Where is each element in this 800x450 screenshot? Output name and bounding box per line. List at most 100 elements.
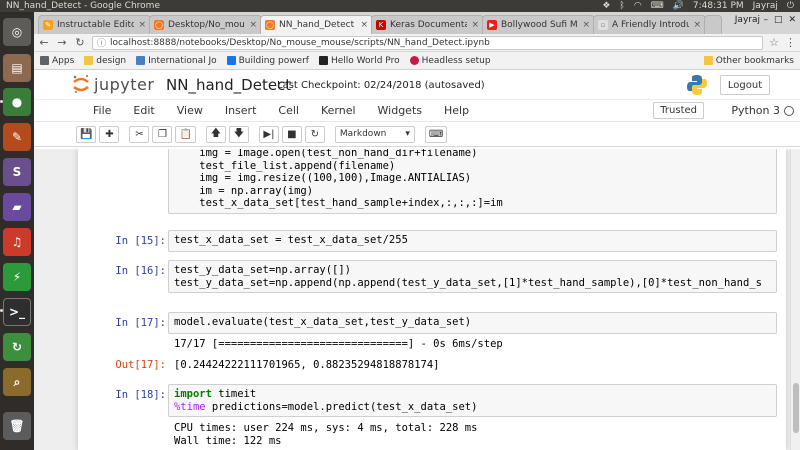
chrome-icon[interactable]: ● — [3, 88, 31, 116]
chrome-profile[interactable]: Jayraj — [735, 15, 760, 25]
dropbox-icon[interactable]: ❖ — [602, 1, 610, 11]
tab-close-icon[interactable]: × — [138, 20, 146, 30]
chevron-down-icon: ▾ — [405, 129, 410, 139]
insert-cell-button[interactable]: ✚ — [99, 125, 120, 143]
ubuntu-dash-icon[interactable]: ◎ — [3, 18, 31, 46]
window-controls: – □ ✕ — [763, 15, 796, 25]
tab-close-icon[interactable]: × — [249, 20, 257, 30]
code-cell-16[interactable]: test_y_data_set=np.array([]) test_y_data… — [168, 260, 777, 293]
code-cell-18[interactable]: import timeit %time predictions=model.pr… — [168, 384, 777, 417]
bookmark-international[interactable]: International Jo — [136, 56, 217, 66]
output-wall-time: Wall time: 122 ms — [174, 435, 282, 447]
notebook-name[interactable]: NN_hand_Detect — [166, 76, 291, 94]
clock[interactable]: 7:48:31 PM — [693, 1, 744, 11]
tab-close-icon[interactable]: × — [360, 20, 368, 30]
bookmark-headless[interactable]: Headless setup — [409, 56, 491, 66]
output-stream-17: 17/17 [==============================] -… — [174, 338, 503, 350]
run-button[interactable]: ▶| — [258, 125, 279, 143]
keyboard-icon[interactable]: ⌨ — [651, 1, 664, 11]
jupyter-tab-icon: ◯ — [154, 20, 164, 30]
output-result-17: [0.24424222111701965, 0.8823529481887817… — [174, 359, 440, 371]
bluetooth-icon[interactable]: ᛒ — [619, 1, 624, 11]
restart-button[interactable]: ↻ — [304, 125, 325, 143]
code-line: test_x_data_set[test_hand_sample+index,:… — [174, 197, 503, 209]
tab-bollywood[interactable]: ▶ Bollywood Sufi Mu × — [482, 15, 595, 34]
menu-insert[interactable]: Insert — [214, 104, 268, 117]
tab-label: Instructable Editor — [57, 20, 135, 30]
bookmark-design[interactable]: design — [84, 56, 126, 66]
text-editor-icon[interactable]: ✎ — [3, 123, 31, 151]
stop-button[interactable]: ■ — [281, 125, 302, 143]
scrollbar-thumb[interactable] — [793, 383, 799, 433]
sync-icon[interactable]: ↻ — [3, 333, 31, 361]
files-icon[interactable]: ▤ — [3, 54, 31, 82]
save-button[interactable]: 💾 — [76, 125, 97, 143]
tab-desktop-no-mouse[interactable]: ◯ Desktop/No_mouse_ × — [149, 15, 262, 34]
kernel-name: Python 3 — [731, 104, 780, 117]
apps-grid-icon — [40, 56, 49, 65]
tab-close-icon[interactable]: × — [471, 20, 479, 30]
info-icon[interactable]: ⓘ — [97, 36, 106, 49]
system-tray: ❖ ᛒ ◠ ⌨ 🔊 7:48:31 PM Jayraj ⏻ — [602, 1, 800, 11]
copy-button[interactable]: ❐ — [152, 125, 173, 143]
search-app-icon[interactable]: ⌕ — [3, 368, 31, 396]
code-cell-prev[interactable]: img = Image.open(test_non_hand_dir+filen… — [168, 149, 777, 214]
power-icon[interactable]: ⏻ — [787, 1, 794, 11]
address-bar[interactable]: ⓘ localhost:8888/notebooks/Desktop/No_mo… — [92, 35, 764, 50]
volume-icon[interactable]: 🔊 — [673, 1, 684, 11]
launcher: ◎ ▤ ● ✎ S ▰ ♫ ⚡ >_ ↻ ⌕ 🗑 — [0, 12, 34, 450]
keras-icon: K — [376, 20, 386, 30]
code-cell-15[interactable]: test_x_data_set = test_x_data_set/255 — [168, 230, 777, 252]
paste-button[interactable]: 📋 — [175, 125, 196, 143]
site-icon — [318, 56, 328, 65]
command-palette-button[interactable]: ⌨ — [424, 125, 448, 143]
bookmark-star-icon[interactable]: ☆ — [769, 36, 779, 49]
back-icon[interactable]: ← — [38, 36, 50, 49]
move-up-button[interactable]: 🡅 — [205, 125, 226, 143]
bookmark-building[interactable]: Building powerf — [226, 56, 309, 66]
page-scrollbar[interactable] — [790, 149, 800, 450]
forward-icon[interactable]: → — [56, 36, 68, 49]
menu-help[interactable]: Help — [433, 104, 480, 117]
tab-friendly-intro[interactable]: ▫ A Friendly Introdu × — [593, 15, 706, 34]
omnibar: ← → ↻ ⓘ localhost:8888/notebooks/Desktop… — [34, 34, 800, 52]
menu-file[interactable]: File — [82, 104, 122, 117]
menu-widgets[interactable]: Widgets — [367, 104, 433, 117]
tab-close-icon[interactable]: × — [693, 20, 701, 30]
trusted-indicator[interactable]: Trusted — [653, 102, 704, 119]
close-window-icon[interactable]: ✕ — [788, 15, 796, 25]
maximize-icon[interactable]: □ — [774, 15, 783, 25]
reload-icon[interactable]: ↻ — [74, 36, 86, 49]
tab-instructable-editor[interactable]: ✎ Instructable Editor × — [38, 15, 151, 34]
jupyter-menubar: File Edit View Insert Cell Kernel Widget… — [34, 100, 800, 122]
wifi-icon[interactable]: ◠ — [634, 1, 642, 11]
audacity-icon[interactable]: ♫ — [3, 228, 31, 256]
menu-view[interactable]: View — [166, 104, 214, 117]
bookmark-apps[interactable]: Apps — [40, 56, 74, 66]
jupyter-logo[interactable]: jupyter — [72, 74, 154, 94]
code-cell-17[interactable]: model.evaluate(test_x_data_set,test_y_da… — [168, 312, 777, 334]
bookmark-hello-world[interactable]: Hello World Pro — [318, 56, 400, 66]
move-down-button[interactable]: 🡇 — [228, 125, 249, 143]
new-tab-button[interactable] — [704, 15, 722, 34]
code-line: test_y_data_set=np.append(np.append(test… — [174, 276, 762, 289]
logout-button[interactable]: Logout — [720, 75, 770, 95]
menu-cell[interactable]: Cell — [267, 104, 310, 117]
chrome-menu-icon[interactable]: ⋮ — [785, 36, 796, 49]
tab-close-icon[interactable]: × — [582, 20, 590, 30]
sublime-icon[interactable]: S — [3, 158, 31, 186]
tab-keras-docs[interactable]: K Keras Documentation × — [371, 15, 484, 34]
terminal-icon[interactable]: >_ — [3, 298, 31, 326]
other-bookmarks[interactable]: Other bookmarks — [703, 56, 794, 66]
cut-button[interactable]: ✂ — [129, 125, 150, 143]
trash-icon[interactable]: 🗑 — [3, 412, 31, 440]
tab-nn-hand-detect[interactable]: ◯ NN_hand_Detect × — [260, 15, 373, 34]
site-icon — [136, 56, 146, 65]
user-name[interactable]: Jayraj — [753, 1, 778, 11]
arduino-icon[interactable]: ▰ — [3, 193, 31, 221]
power-app-icon[interactable]: ⚡ — [3, 263, 31, 291]
minimize-icon[interactable]: – — [763, 15, 768, 25]
menu-kernel[interactable]: Kernel — [310, 104, 367, 117]
menu-edit[interactable]: Edit — [122, 104, 165, 117]
cell-type-select[interactable]: Markdown ▾ — [334, 125, 415, 143]
